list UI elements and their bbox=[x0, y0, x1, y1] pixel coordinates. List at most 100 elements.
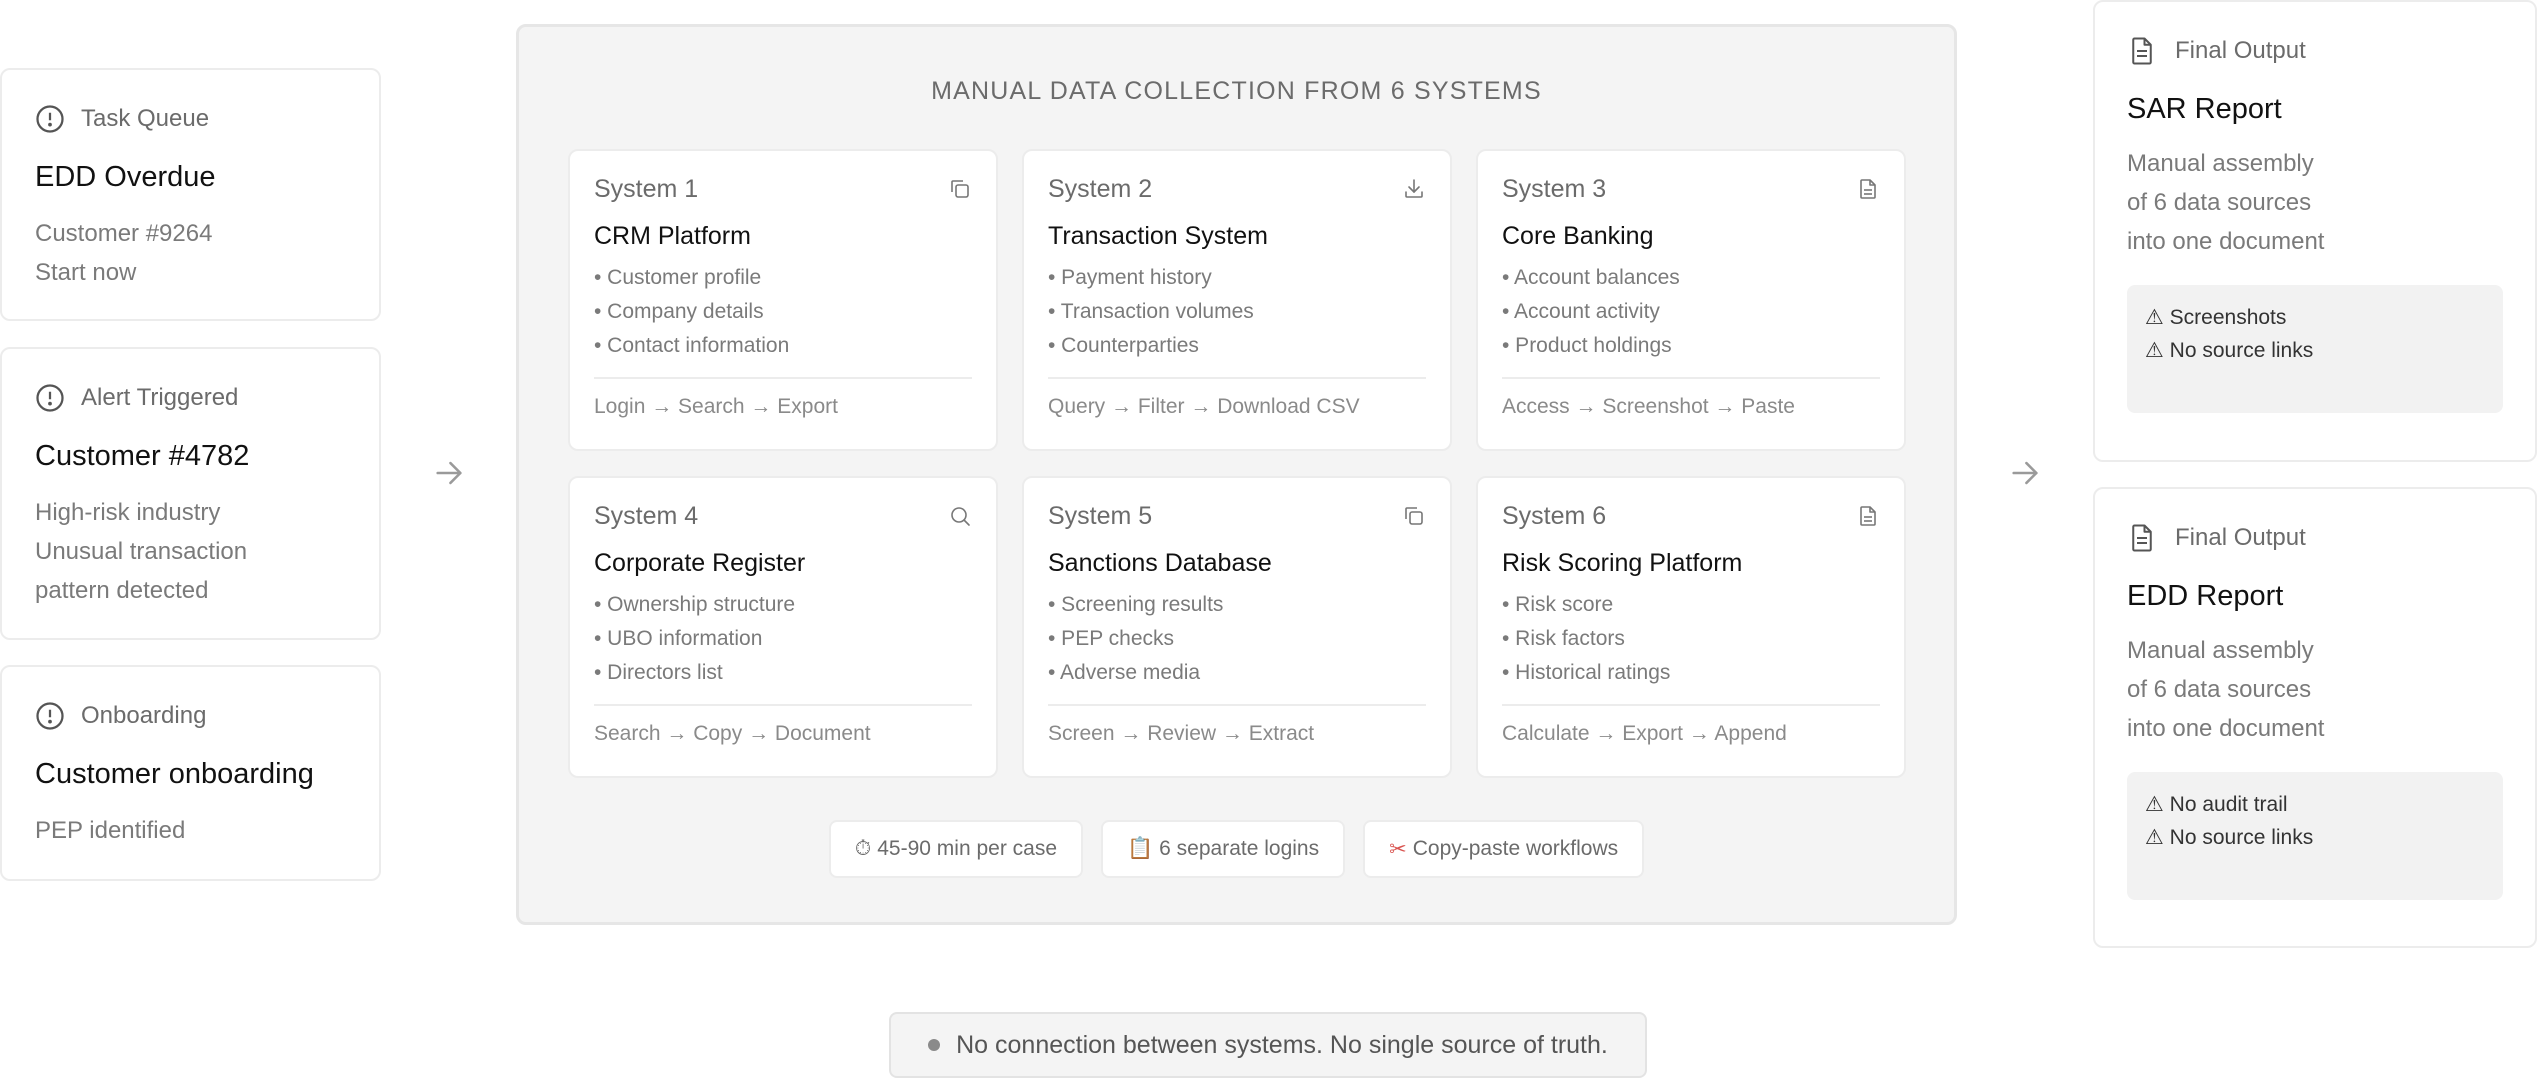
description-line: Unusual transaction bbox=[35, 538, 248, 565]
system-item: • Account activity bbox=[1502, 300, 1660, 323]
description-line: PEP identified bbox=[35, 817, 186, 844]
system-name: Transaction System bbox=[1048, 222, 1268, 250]
system-number: System 5 bbox=[1048, 501, 1153, 530]
system-item: • UBO information bbox=[594, 627, 763, 650]
system-item: • Risk score bbox=[1502, 593, 1614, 616]
system-item: • Risk factors bbox=[1502, 627, 1625, 650]
system-steps: Calculate → Export → Append bbox=[1502, 722, 1787, 745]
sar-report-card[interactable]: Final Output SAR Report Manual assembly … bbox=[2093, 0, 2537, 462]
card-header: Task Queue bbox=[35, 102, 379, 136]
stat-chip: 📋 6 separate logins bbox=[1101, 820, 1346, 878]
arrow-right-icon bbox=[2008, 456, 2042, 495]
system-card[interactable]: System 5 Sanctions Database • Screening … bbox=[1022, 476, 1452, 778]
system-items: • Account balances • Account activity • … bbox=[1502, 261, 1880, 363]
alert-card[interactable]: Alert Triggered Customer #4782 High-risk… bbox=[0, 347, 381, 640]
card-header: Final Output bbox=[2127, 521, 2535, 555]
card-description: Customer #9264 Start now bbox=[35, 214, 379, 292]
card-description: PEP identified bbox=[35, 811, 379, 850]
system-number: System 4 bbox=[594, 501, 699, 530]
card-title: Customer #4782 bbox=[35, 440, 250, 472]
task-queue-card[interactable]: Task Queue EDD Overdue Customer #9264 St… bbox=[0, 68, 381, 321]
divider bbox=[1502, 704, 1880, 706]
onboarding-card[interactable]: Onboarding Customer onboarding PEP ident… bbox=[0, 665, 381, 881]
divider bbox=[1048, 704, 1426, 706]
system-card[interactable]: System 2 Transaction System • Payment hi… bbox=[1022, 149, 1452, 451]
card-header: Onboarding bbox=[35, 699, 379, 733]
card-title: EDD Overdue bbox=[35, 161, 216, 193]
system-number: System 3 bbox=[1502, 174, 1607, 203]
description-line: pattern detected bbox=[35, 577, 209, 604]
system-item: • Account balances bbox=[1502, 266, 1680, 289]
system-card[interactable]: System 4 Corporate Register • Ownership … bbox=[568, 476, 998, 778]
document-icon bbox=[2127, 36, 2157, 66]
card-title: Customer onboarding bbox=[35, 758, 314, 790]
copy-icon[interactable] bbox=[948, 177, 972, 201]
system-card[interactable]: System 1 CRM Platform • Customer profile… bbox=[568, 149, 998, 451]
search-icon[interactable] bbox=[948, 504, 972, 528]
description-line: Manual assembly bbox=[2127, 637, 2314, 664]
document-icon bbox=[2127, 523, 2157, 553]
stat-chip: ✂ Copy-paste workflows bbox=[1363, 820, 1645, 878]
system-item: • Payment history bbox=[1048, 266, 1212, 289]
system-items: • Screening results • PEP checks • Adver… bbox=[1048, 588, 1426, 690]
warning-item: ⚠ No source links bbox=[2145, 339, 2314, 362]
system-card[interactable]: System 3 Core Banking • Account balances… bbox=[1476, 149, 1906, 451]
system-item: • Counterparties bbox=[1048, 334, 1199, 357]
alert-circle-icon bbox=[35, 383, 65, 413]
description-line: Start now bbox=[35, 259, 137, 286]
footer-text: No connection between systems. No single… bbox=[956, 1030, 1608, 1059]
system-item: • PEP checks bbox=[1048, 627, 1175, 650]
stats-chips: ⏱ 45-90 min per case 📋 6 separate logins… bbox=[519, 820, 1954, 878]
system-card[interactable]: System 6 Risk Scoring Platform • Risk sc… bbox=[1476, 476, 1906, 778]
chip-label: 6 separate logins bbox=[1159, 837, 1320, 860]
system-steps: Query → Filter → Download CSV bbox=[1048, 395, 1360, 418]
description-line: High-risk industry bbox=[35, 499, 221, 526]
system-name: Core Banking bbox=[1502, 222, 1654, 250]
systems-panel: MANUAL DATA COLLECTION FROM 6 SYSTEMS Sy… bbox=[516, 24, 1957, 925]
warning-box: ⚠ No audit trail ⚠ No source links bbox=[2127, 772, 2503, 900]
description-line: Manual assembly bbox=[2127, 150, 2314, 177]
card-kicker: Final Output bbox=[2175, 37, 2306, 64]
warning-item: ⚠ No audit trail bbox=[2145, 793, 2288, 816]
system-item: • Customer profile bbox=[594, 266, 762, 289]
system-items: • Payment history • Transaction volumes … bbox=[1048, 261, 1426, 363]
card-title: EDD Report bbox=[2127, 580, 2284, 612]
panel-title: MANUAL DATA COLLECTION FROM 6 SYSTEMS bbox=[931, 77, 1542, 105]
clipboard-icon: 📋 bbox=[1127, 837, 1154, 860]
system-item: • Company details bbox=[594, 300, 764, 323]
stopwatch-icon: ⏱ bbox=[854, 837, 872, 860]
file-text-icon[interactable] bbox=[1856, 504, 1880, 528]
file-text-icon[interactable] bbox=[1856, 177, 1880, 201]
divider bbox=[594, 377, 972, 379]
edd-report-card[interactable]: Final Output EDD Report Manual assembly … bbox=[2093, 487, 2537, 948]
system-item: • Adverse media bbox=[1048, 661, 1201, 684]
system-steps: Login → Search → Export bbox=[594, 395, 838, 418]
alert-circle-icon bbox=[35, 701, 65, 731]
chip-label: Copy-paste workflows bbox=[1412, 837, 1619, 860]
description-line: into one document bbox=[2127, 715, 2325, 742]
card-header: Final Output bbox=[2127, 34, 2535, 68]
divider bbox=[1502, 377, 1880, 379]
divider bbox=[594, 704, 972, 706]
description-line: of 6 data sources bbox=[2127, 189, 2312, 216]
footer-note: No connection between systems. No single… bbox=[889, 1012, 1647, 1078]
arrow-right-icon bbox=[432, 456, 466, 495]
system-number: System 2 bbox=[1048, 174, 1153, 203]
system-item: • Screening results bbox=[1048, 593, 1224, 616]
download-icon[interactable] bbox=[1402, 177, 1426, 201]
card-kicker: Onboarding bbox=[81, 702, 207, 729]
description-line: of 6 data sources bbox=[2127, 676, 2312, 703]
system-steps: Search → Copy → Document bbox=[594, 722, 871, 745]
card-kicker: Final Output bbox=[2175, 524, 2306, 551]
system-name: Sanctions Database bbox=[1048, 549, 1272, 577]
alert-circle-icon bbox=[35, 104, 65, 134]
warning-item: ⚠ Screenshots bbox=[2145, 306, 2287, 329]
system-item: • Product holdings bbox=[1502, 334, 1672, 357]
card-description: High-risk industry Unusual transaction p… bbox=[35, 493, 379, 610]
system-name: Risk Scoring Platform bbox=[1502, 549, 1743, 577]
card-kicker: Alert Triggered bbox=[81, 384, 239, 411]
copy-icon[interactable] bbox=[1402, 504, 1426, 528]
system-number: System 6 bbox=[1502, 501, 1607, 530]
system-steps: Screen → Review → Extract bbox=[1048, 722, 1315, 745]
warning-box: ⚠ Screenshots ⚠ No source links bbox=[2127, 285, 2503, 413]
